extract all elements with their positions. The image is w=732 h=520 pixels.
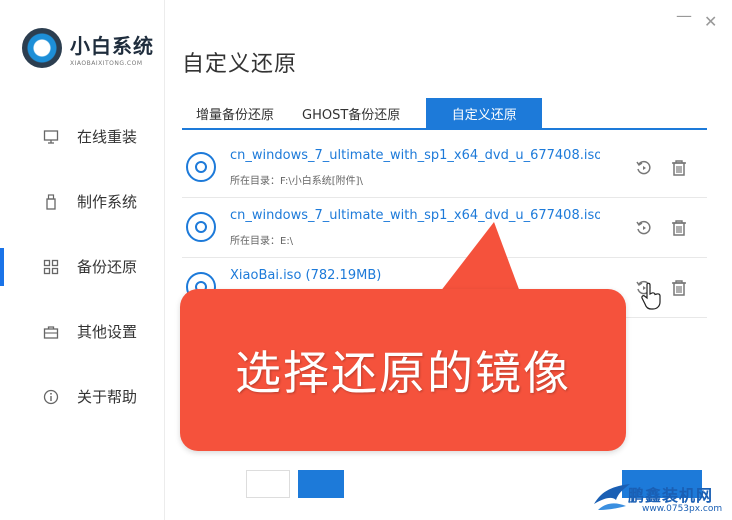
watermark-title: 鹏鑫装机网 (628, 486, 714, 505)
grid-icon (42, 258, 60, 276)
restore-icon (636, 160, 651, 175)
minimize-button[interactable]: — (676, 6, 692, 25)
bottom-secondary-button[interactable] (246, 470, 290, 498)
sidebar-item-label: 制作系统 (77, 193, 138, 211)
delete-button[interactable] (669, 158, 689, 178)
list-item[interactable]: cn_windows_7_ultimate_with_sp1_x64_dvd_u… (182, 138, 707, 198)
trash-icon (672, 220, 686, 236)
site-watermark: 鹏鑫装机网 www.0753px.com (592, 480, 732, 520)
sidebar-item-make-system[interactable]: 制作系统 (0, 169, 165, 234)
app-window: 小白系统 XIAOBAIXITONG.COM 在线重装 制作系统 备份还原 其他… (0, 0, 732, 520)
restore-icon (636, 220, 651, 235)
tab-bar: 增量备份还原 GHOST备份还原 自定义还原 (182, 98, 707, 130)
sidebar-item-label: 其他设置 (77, 323, 138, 341)
file-name: cn_windows_7_ultimate_with_sp1_x64_dvd_u… (230, 148, 600, 163)
restore-button[interactable] (634, 158, 654, 178)
sidebar-item-about-help[interactable]: 关于帮助 (0, 364, 165, 429)
app-logo: 小白系统 XIAOBAIXITONG.COM (22, 28, 154, 68)
sidebar: 小白系统 XIAOBAIXITONG.COM 在线重装 制作系统 备份还原 其他… (0, 0, 165, 520)
sidebar-item-other-settings[interactable]: 其他设置 (0, 299, 165, 364)
sidebar-nav: 在线重装 制作系统 备份还原 其他设置 关于帮助 (0, 104, 165, 429)
delete-button[interactable] (669, 218, 689, 238)
instruction-callout: 选择还原的镜像 (180, 289, 626, 451)
disc-icon (186, 152, 216, 182)
delete-button[interactable] (669, 278, 689, 298)
usb-icon (42, 193, 60, 211)
trash-icon (672, 280, 686, 296)
app-subtitle: XIAOBAIXITONG.COM (70, 59, 143, 67)
logo-disc-icon (22, 28, 62, 68)
sidebar-item-label: 关于帮助 (77, 388, 138, 406)
close-button[interactable]: ✕ (704, 12, 717, 31)
watermark-url: www.0753px.com (642, 504, 723, 514)
file-directory: 所在目录：E:\ (230, 236, 294, 247)
disc-icon (186, 212, 216, 242)
file-name: XiaoBai.iso (782.19MB) (230, 268, 382, 283)
eagle-logo-icon (594, 484, 630, 510)
sidebar-item-backup-restore[interactable]: 备份还原 (0, 234, 165, 299)
info-icon (42, 388, 60, 406)
callout-text: 选择还原的镜像 (235, 346, 571, 400)
monitor-icon (42, 128, 60, 146)
file-name: cn_windows_7_ultimate_with_sp1_x64_dvd_u… (230, 208, 600, 223)
page-title: 自定义还原 (182, 52, 298, 77)
list-item[interactable]: cn_windows_7_ultimate_with_sp1_x64_dvd_u… (182, 198, 707, 258)
tab-ghost-restore[interactable]: GHOST备份还原 (288, 98, 414, 128)
restore-button[interactable] (634, 218, 654, 238)
briefcase-icon (42, 323, 60, 341)
app-title: 小白系统 (70, 33, 154, 58)
sidebar-item-online-reinstall[interactable]: 在线重装 (0, 104, 165, 169)
sidebar-item-label: 备份还原 (77, 258, 138, 276)
tab-incremental-restore[interactable]: 增量备份还原 (182, 98, 288, 128)
hand-cursor-icon (641, 282, 661, 310)
trash-icon (672, 160, 686, 176)
file-directory: 所在目录：F:\小白系统[附件]\ (230, 176, 363, 187)
tab-custom-restore[interactable]: 自定义还原 (426, 98, 543, 128)
sidebar-item-label: 在线重装 (77, 128, 138, 146)
bottom-primary-button[interactable] (298, 470, 344, 498)
